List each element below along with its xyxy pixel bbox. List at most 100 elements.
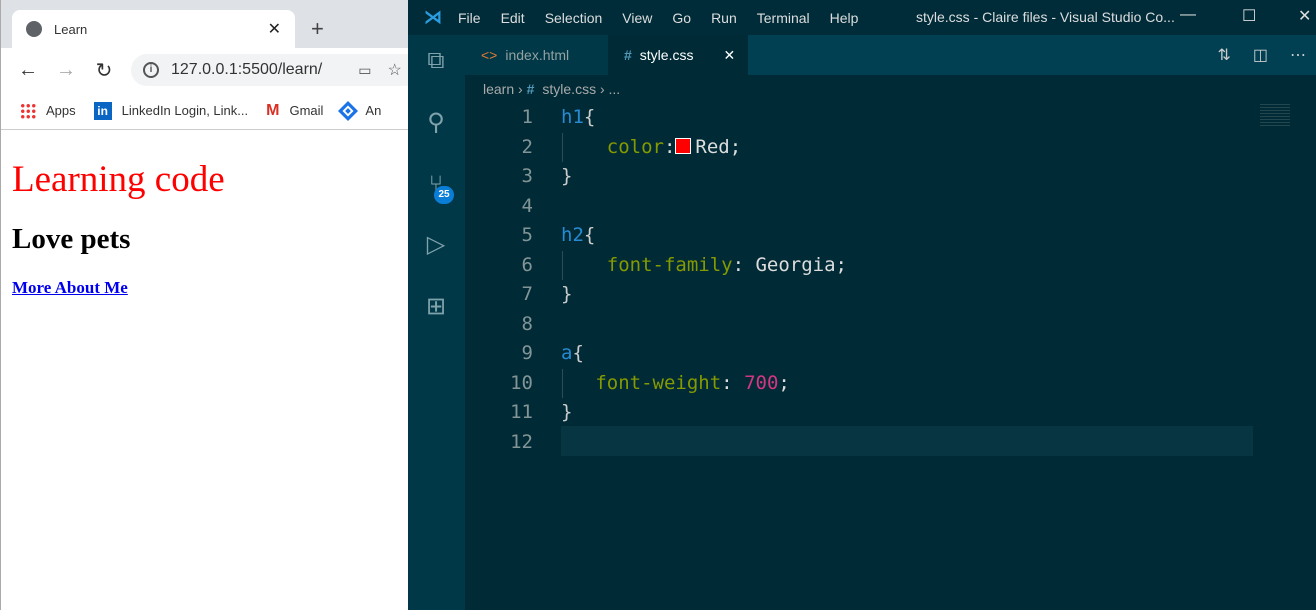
code-text: h1{ — [561, 103, 595, 133]
menu-file[interactable]: File — [458, 10, 481, 26]
compare-changes-icon[interactable]: ⇅ — [1217, 45, 1230, 65]
token-brace: } — [561, 165, 573, 187]
token-val: : Georgia; — [732, 253, 847, 276]
page-heading: Learning code — [12, 159, 225, 200]
breadcrumb-folder[interactable]: learn — [483, 81, 514, 97]
code-line: 3} — [465, 162, 1265, 192]
star-icon[interactable]: ☆ — [387, 60, 401, 80]
line-number: 3 — [521, 165, 533, 187]
token-val: Red; — [695, 135, 742, 158]
code-line: 6 font-family: Georgia; — [465, 250, 1265, 280]
tab-label: index.html — [505, 47, 570, 63]
line-number: 6 — [521, 253, 533, 276]
more-actions-icon[interactable]: ⋯ — [1290, 45, 1306, 65]
browser-window: Learn ✕ + ← → ↻ i 127.0.0.1:5500/learn/ … — [0, 0, 421, 610]
forward-icon[interactable]: → — [47, 59, 85, 82]
new-tab-icon[interactable]: + — [311, 16, 324, 42]
close-window-icon[interactable]: ✕ — [1298, 6, 1311, 26]
minimap[interactable] — [1260, 102, 1290, 126]
css-file-icon: # — [526, 81, 535, 97]
code-text: color: Red; — [561, 133, 741, 163]
page-content: Learning code Love pets More About Me — [12, 130, 225, 298]
bookmark-linkedin[interactable]: in LinkedIn Login, Link... — [93, 101, 249, 120]
menu-help[interactable]: Help — [830, 10, 859, 26]
linkedin-icon: in — [93, 101, 112, 120]
run-debug-icon[interactable]: ▷ — [422, 231, 450, 259]
menu-view[interactable]: View — [622, 10, 652, 26]
bookmark-label: Apps — [46, 103, 76, 118]
menu-go[interactable]: Go — [672, 10, 691, 26]
tab-index-html[interactable]: <> index.html — [465, 35, 608, 75]
close-tab-icon[interactable]: ✕ — [723, 47, 735, 64]
bookmark-other[interactable]: An — [338, 100, 381, 121]
code-line: 7} — [465, 280, 1265, 310]
code-line: 4 — [465, 192, 1265, 222]
menu-run[interactable]: Run — [711, 10, 737, 26]
cast-icon[interactable]: ▭ — [358, 62, 371, 79]
code-line: 2 color: Red; — [465, 132, 1265, 163]
code-text: a{ — [561, 339, 584, 369]
browser-tabstrip: Learn ✕ + — [1, 0, 409, 48]
line-number: 1 — [521, 106, 533, 128]
vscode-window: ⋊ File Edit Selection View Go Run Terminal Help… — [408, 0, 1316, 610]
breadcrumb-file[interactable]: style.css — [542, 81, 596, 97]
line-number: 9 — [521, 342, 533, 364]
html-file-icon: <> — [481, 47, 498, 63]
code-editor[interactable]: 1 h1{2 color: Red; 3} 4 5 h2{6 font-family: Ge… — [465, 102, 1316, 610]
search-icon[interactable]: ⚲ — [422, 109, 450, 137]
more-about-me-link[interactable]: More About Me — [12, 278, 225, 298]
maximize-icon[interactable]: ☐ — [1242, 6, 1256, 26]
token-val: : — [721, 371, 745, 394]
bookmark-gmail[interactable]: M Gmail — [266, 102, 323, 120]
line-number: 5 — [521, 224, 533, 246]
code-line: 12 — [465, 428, 1265, 458]
scm-badge: 25 — [434, 186, 454, 204]
explorer-icon[interactable]: ⧉ — [422, 47, 450, 75]
reload-icon[interactable]: ↻ — [85, 58, 123, 83]
code-line: 10 font-weight: 700; — [465, 368, 1265, 398]
code-text: } — [561, 280, 572, 310]
code-line: 9 a{ — [465, 339, 1265, 369]
breadcrumb: learn › # style.css › ... — [483, 81, 621, 97]
menu-edit[interactable]: Edit — [501, 10, 525, 26]
token-sel: h1 — [561, 106, 584, 128]
address-bar[interactable]: i 127.0.0.1:5500/learn/ ▭ ☆ — [131, 54, 421, 86]
minimize-icon[interactable]: — — [1180, 6, 1196, 24]
color-swatch[interactable] — [675, 137, 692, 154]
line-number: 4 — [521, 194, 533, 217]
token-brace: { — [572, 342, 584, 364]
extensions-icon[interactable]: ⊞ — [422, 293, 450, 321]
token-val: : — [663, 135, 676, 158]
back-icon[interactable]: ← — [9, 59, 47, 82]
browser-tab[interactable]: Learn ✕ — [12, 10, 295, 48]
split-editor-icon[interactable]: ◫ — [1253, 45, 1268, 65]
globe-icon — [26, 21, 42, 37]
url-text: 127.0.0.1:5500/learn/ — [171, 61, 323, 78]
code-line: 1 h1{ — [465, 103, 1265, 133]
bookmark-label: LinkedIn Login, Link... — [121, 103, 249, 118]
menu-terminal[interactable]: Terminal — [757, 10, 810, 26]
tab-style-css[interactable]: # style.css ✕ — [608, 35, 748, 75]
browser-toolbar: ← → ↻ i 127.0.0.1:5500/learn/ ▭ ☆ — [1, 48, 421, 92]
diamond-icon — [338, 100, 359, 121]
token-brace: } — [561, 401, 573, 423]
info-icon[interactable]: i — [143, 62, 159, 78]
tab-title: Learn — [54, 21, 88, 37]
token-brace: { — [583, 106, 596, 128]
page-subheading: Love pets — [12, 223, 131, 255]
close-tab-icon[interactable]: ✕ — [268, 19, 281, 39]
bookmark-apps[interactable]: Apps — [20, 102, 76, 119]
code-line: 5 h2{ — [465, 221, 1265, 251]
css-file-icon: # — [624, 47, 632, 63]
code-text: } — [561, 398, 572, 428]
token-val: ; — [778, 371, 790, 394]
line-number: 7 — [521, 283, 533, 305]
line-number: 10 — [510, 371, 533, 394]
token-prop: font-family — [606, 253, 733, 276]
breadcrumb-more[interactable]: ... — [609, 81, 621, 97]
menu-selection[interactable]: Selection — [545, 10, 603, 26]
token-brace: { — [583, 224, 596, 246]
bookmarks-bar: Apps in LinkedIn Login, Link... M Gmail An — [1, 92, 409, 130]
token-prop: color — [606, 135, 664, 158]
gmail-icon: M — [266, 101, 280, 119]
